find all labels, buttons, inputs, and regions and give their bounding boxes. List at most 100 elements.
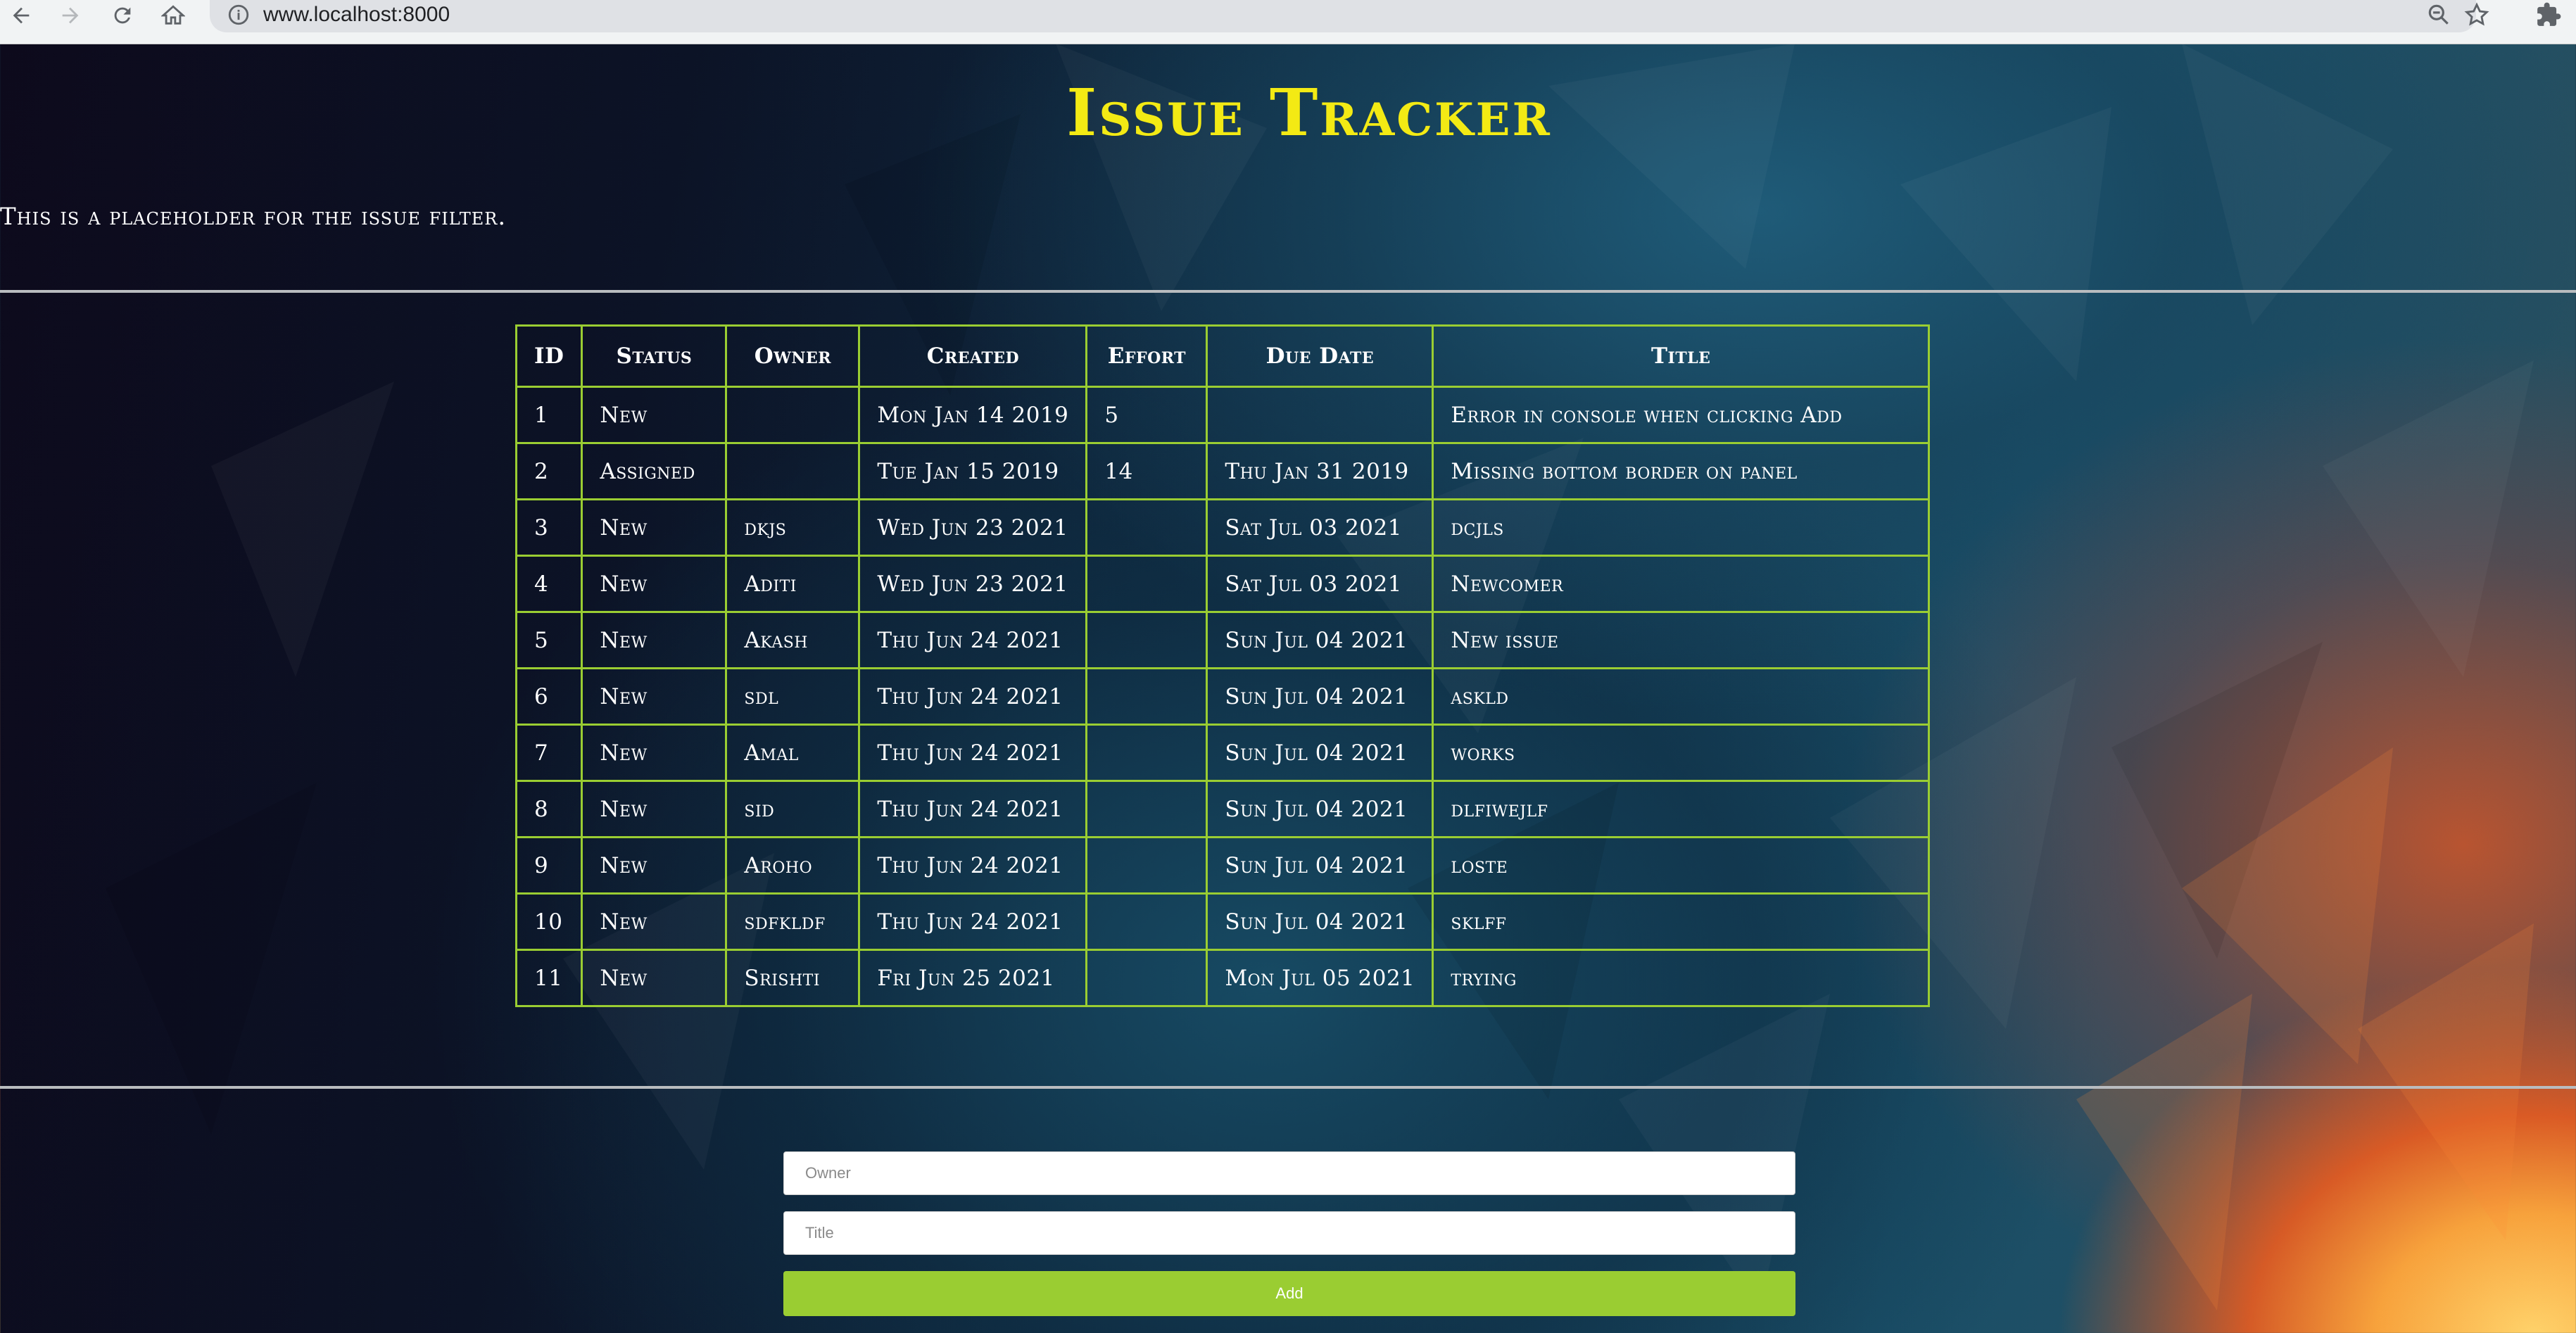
- cell-due-date: Mon Jul 05 2021: [1206, 949, 1434, 1007]
- column-header-id: ID: [514, 324, 583, 388]
- info-icon[interactable]: [227, 3, 251, 27]
- zoom-icon[interactable]: [2425, 1, 2452, 28]
- cell-effort: [1085, 836, 1208, 895]
- table-row: 3 New dkjs Wed Jun 23 2021 Sat Jul 03 20…: [514, 498, 1930, 557]
- column-header-title: Title: [1432, 324, 1930, 388]
- add-button[interactable]: Add: [783, 1271, 1795, 1316]
- cell-owner: [725, 442, 861, 500]
- reload-icon: [114, 7, 131, 24]
- cell-owner: Srishti: [725, 949, 861, 1007]
- title-input[interactable]: [783, 1211, 1795, 1255]
- cell-status: New: [581, 498, 728, 557]
- cell-id: 10: [514, 892, 583, 951]
- table-row: 2 Assigned Tue Jan 15 2019 14 Thu Jan 31…: [514, 442, 1930, 500]
- cell-id: 4: [514, 555, 583, 613]
- cell-status: New: [581, 780, 728, 838]
- cell-id: 7: [514, 724, 583, 782]
- cell-created: Thu Jun 24 2021: [858, 611, 1088, 669]
- cell-id: 11: [514, 949, 583, 1007]
- url-text[interactable]: www.localhost:8000: [263, 1, 450, 28]
- cell-id: 2: [514, 442, 583, 500]
- back-button[interactable]: [6, 0, 37, 31]
- issue-filter-placeholder: This is a placeholder for the issue filt…: [0, 203, 507, 231]
- divider-top: [0, 290, 2576, 293]
- cell-created: Fri Jun 25 2021: [858, 949, 1088, 1007]
- cell-due-date: Sun Jul 04 2021: [1206, 780, 1434, 838]
- cell-status: New: [581, 611, 728, 669]
- cell-effort: [1085, 667, 1208, 726]
- cell-title: loste: [1432, 836, 1930, 895]
- cell-title: trying: [1432, 949, 1930, 1007]
- column-header-created: Created: [858, 324, 1088, 388]
- cell-due-date: Sun Jul 04 2021: [1206, 836, 1434, 895]
- cell-effort: [1085, 724, 1208, 782]
- cell-status: New: [581, 949, 728, 1007]
- column-header-due-date: Due Date: [1206, 324, 1434, 388]
- cell-created: Thu Jun 24 2021: [858, 780, 1088, 838]
- cell-created: Thu Jun 24 2021: [858, 836, 1088, 895]
- cell-owner: sdl: [725, 667, 861, 726]
- cell-id: 3: [514, 498, 583, 557]
- browser-toolbar: www.localhost:8000: [0, 0, 2576, 44]
- cell-id: 9: [514, 836, 583, 895]
- issue-table: ID Status Owner Created Effort Due Date …: [514, 324, 1930, 1007]
- table-row: 4 New Aditi Wed Jun 23 2021 Sat Jul 03 2…: [514, 555, 1930, 613]
- cell-owner: sdfkldf: [725, 892, 861, 951]
- cell-effort: [1085, 498, 1208, 557]
- cell-id: 6: [514, 667, 583, 726]
- table-row: 11 New Srishti Fri Jun 25 2021 Mon Jul 0…: [514, 949, 1930, 1007]
- cell-title: dcjls: [1432, 498, 1930, 557]
- cell-title: dlfiwejlf: [1432, 780, 1930, 838]
- forward-button[interactable]: [55, 0, 86, 31]
- cell-due-date: Sun Jul 04 2021: [1206, 724, 1434, 782]
- cell-due-date: Sat Jul 03 2021: [1206, 555, 1434, 613]
- star-icon[interactable]: [2463, 1, 2490, 28]
- extensions-icon[interactable]: [2535, 1, 2562, 28]
- table-row: 10 New sdfkldf Thu Jun 24 2021 Sun Jul 0…: [514, 892, 1930, 951]
- cell-title: Missing bottom border on panel: [1432, 442, 1930, 500]
- cell-title: sklff: [1432, 892, 1930, 951]
- cell-due-date: Sat Jul 03 2021: [1206, 498, 1434, 557]
- cell-id: 1: [514, 386, 583, 444]
- cell-due-date: Sun Jul 04 2021: [1206, 892, 1434, 951]
- cell-created: Thu Jun 24 2021: [858, 724, 1088, 782]
- cell-created: Tue Jan 15 2019: [858, 442, 1088, 500]
- cell-status: New: [581, 724, 728, 782]
- cell-created: Mon Jan 14 2019: [858, 386, 1088, 444]
- cell-due-date: [1206, 386, 1434, 444]
- table-row: 1 New Mon Jan 14 2019 5 Error in console…: [514, 386, 1930, 444]
- column-header-owner: Owner: [725, 324, 861, 388]
- cell-status: New: [581, 836, 728, 895]
- cell-title: works: [1432, 724, 1930, 782]
- cell-effort: [1085, 892, 1208, 951]
- reload-button[interactable]: [107, 0, 138, 31]
- cell-status: New: [581, 386, 728, 444]
- cell-owner: sid: [725, 780, 861, 838]
- cell-effort: [1085, 611, 1208, 669]
- cell-effort: [1085, 949, 1208, 1007]
- table-header-row: ID Status Owner Created Effort Due Date …: [514, 324, 1930, 388]
- cell-owner: Akash: [725, 611, 861, 669]
- table-row: 8 New sid Thu Jun 24 2021 Sun Jul 04 202…: [514, 780, 1930, 838]
- table-row: 6 New sdl Thu Jun 24 2021 Sun Jul 04 202…: [514, 667, 1930, 726]
- cell-due-date: Sun Jul 04 2021: [1206, 667, 1434, 726]
- issue-add-form: Add: [783, 1151, 1797, 1316]
- cell-owner: Amal: [725, 724, 861, 782]
- table-row: 7 New Amal Thu Jun 24 2021 Sun Jul 04 20…: [514, 724, 1930, 782]
- cell-title: Error in console when clicking Add: [1432, 386, 1930, 444]
- cell-id: 5: [514, 611, 583, 669]
- cell-status: New: [581, 667, 728, 726]
- back-icon: [13, 7, 30, 24]
- cell-status: New: [581, 555, 728, 613]
- cell-created: Wed Jun 23 2021: [858, 498, 1088, 557]
- column-header-effort: Effort: [1085, 324, 1208, 388]
- table-row: 9 New Aroho Thu Jun 24 2021 Sun Jul 04 2…: [514, 836, 1930, 895]
- cell-owner: Aditi: [725, 555, 861, 613]
- owner-input[interactable]: [783, 1151, 1795, 1195]
- cell-effort: 5: [1085, 386, 1208, 444]
- home-button[interactable]: [158, 0, 189, 31]
- address-bar[interactable]: www.localhost:8000: [210, 0, 2489, 32]
- cell-created: Wed Jun 23 2021: [858, 555, 1088, 613]
- cell-title: New issue: [1432, 611, 1930, 669]
- divider-bottom: [0, 1086, 2576, 1089]
